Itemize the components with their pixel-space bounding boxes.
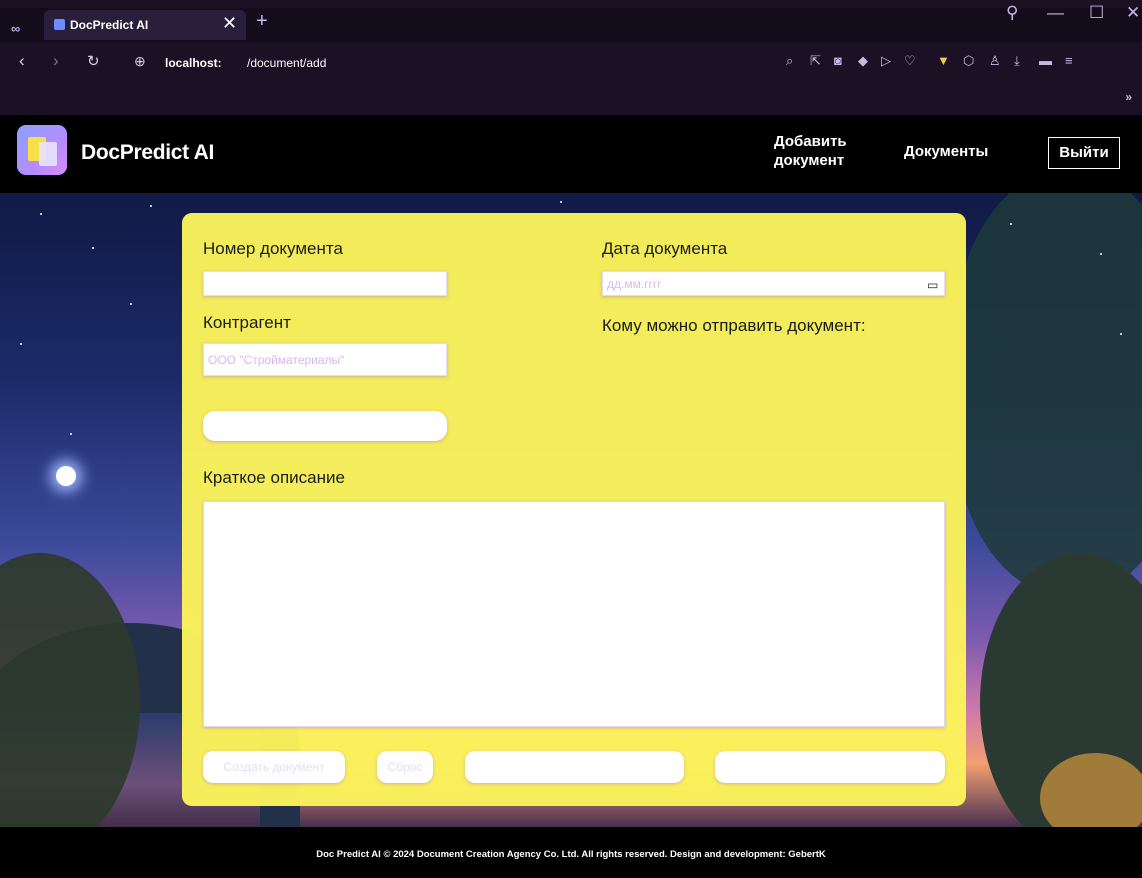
create-document-button[interactable]: Создать документ bbox=[203, 751, 345, 783]
star-icon bbox=[70, 433, 72, 435]
document-icon bbox=[39, 142, 57, 166]
site-info-icon[interactable]: ⊕ bbox=[134, 53, 146, 70]
star-icon bbox=[130, 303, 132, 305]
logo[interactable] bbox=[17, 125, 67, 175]
zoom-icon[interactable]: ⌕ bbox=[786, 53, 793, 69]
minimize-icon[interactable]: — bbox=[1047, 3, 1064, 23]
cube-icon[interactable]: ⬡ bbox=[963, 53, 974, 69]
new-tab-icon[interactable]: + bbox=[256, 10, 268, 33]
menu-icon[interactable]: ≡ bbox=[1065, 53, 1073, 68]
description-textarea[interactable] bbox=[203, 501, 945, 727]
footer: Doc Predict AI © 2024 Document Creation … bbox=[0, 827, 1142, 878]
star-icon bbox=[1100, 253, 1102, 255]
description-label: Краткое описание bbox=[203, 468, 345, 487]
shield-icon[interactable]: ◆ bbox=[858, 53, 868, 69]
counterparty-label: Контрагент bbox=[203, 313, 291, 332]
address-bar: ‹ › ↻ ⊕ localhost: /document/add ⌕ ⇱ ◙ ◆… bbox=[0, 42, 1142, 84]
doc-number-label: Номер документа bbox=[203, 239, 343, 258]
forward-icon[interactable]: › bbox=[53, 51, 59, 71]
star-icon bbox=[92, 247, 94, 249]
close-tab-icon[interactable]: ✕ bbox=[222, 13, 237, 34]
footer-copyright: Doc Predict AI © 2024 Document Creation … bbox=[316, 849, 826, 860]
calendar-icon[interactable]: ▭ bbox=[927, 278, 938, 292]
counterparty-input[interactable] bbox=[203, 343, 447, 376]
back-icon[interactable]: ‹ bbox=[19, 51, 25, 71]
doc-date-label: Дата документа bbox=[602, 239, 728, 258]
star-icon bbox=[56, 466, 76, 486]
heart-icon[interactable]: ♡ bbox=[904, 53, 916, 69]
profile-icon[interactable]: ♙ bbox=[989, 53, 1001, 69]
star-icon bbox=[1010, 223, 1012, 225]
screenshot-icon[interactable]: ◙ bbox=[834, 53, 842, 68]
doc-date-input[interactable] bbox=[602, 271, 945, 296]
doc-number-input[interactable] bbox=[203, 271, 447, 296]
predict-document-button[interactable] bbox=[465, 751, 684, 783]
app-header: DocPredict AI Добавить документ Документ… bbox=[0, 115, 1142, 193]
reload-icon[interactable]: ↻ bbox=[87, 52, 100, 70]
recipients-label: Кому можно отправить документ: bbox=[602, 316, 866, 335]
tree-illustration bbox=[0, 553, 140, 827]
maximize-icon[interactable]: ☐ bbox=[1089, 3, 1104, 23]
star-icon bbox=[560, 201, 562, 203]
browser-tab[interactable]: DocPredict AI ✕ bbox=[44, 10, 246, 40]
close-window-icon[interactable]: ✕ bbox=[1126, 3, 1140, 23]
brand-title[interactable]: DocPredict AI bbox=[81, 141, 214, 165]
template-document-button[interactable] bbox=[715, 751, 945, 783]
star-icon bbox=[1120, 333, 1122, 335]
tab-title: DocPredict AI bbox=[70, 18, 149, 32]
url-path[interactable]: /document/add bbox=[247, 56, 326, 70]
star-icon bbox=[20, 343, 22, 345]
cart-icon[interactable]: ▼ bbox=[937, 53, 950, 68]
workspaces-icon[interactable]: ∞ bbox=[11, 21, 20, 36]
battery-icon[interactable]: ▬ bbox=[1039, 53, 1052, 68]
reset-button[interactable]: Сброс bbox=[377, 751, 433, 783]
nav-add-document[interactable]: Добавить документ bbox=[774, 132, 874, 170]
search-tabs-icon[interactable]: ⚲ bbox=[1006, 3, 1018, 23]
star-icon bbox=[40, 213, 42, 215]
chevron-right-icon[interactable]: » bbox=[1125, 90, 1132, 104]
tree-illustration bbox=[950, 193, 1142, 593]
favicon-icon bbox=[54, 19, 65, 30]
share-icon[interactable]: ⇱ bbox=[810, 53, 821, 69]
send-icon[interactable]: ▷ bbox=[881, 53, 891, 69]
logout-button[interactable]: Выйти bbox=[1048, 137, 1120, 169]
browser-chrome: ∞ DocPredict AI ✕ + ⚲ — ☐ ✕ ‹ › ↻ ⊕ loca… bbox=[0, 0, 1142, 115]
nav-documents[interactable]: Документы bbox=[904, 143, 988, 160]
download-icon[interactable]: ⤓ bbox=[1014, 53, 1020, 69]
counterparty-select-button[interactable] bbox=[203, 411, 447, 441]
star-icon bbox=[150, 205, 152, 207]
url-host[interactable]: localhost: bbox=[165, 56, 222, 70]
